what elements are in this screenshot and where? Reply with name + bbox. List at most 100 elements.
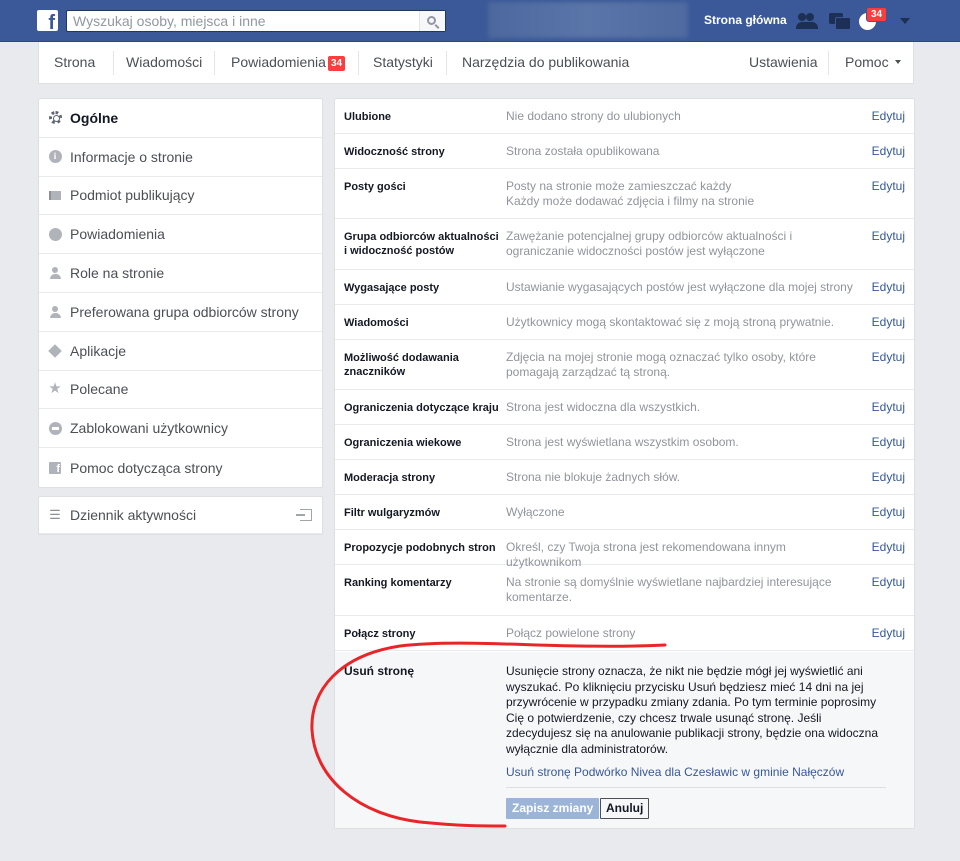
friend-requests-icon[interactable] [796,11,818,31]
setting-label: Ranking komentarzy [344,577,452,589]
sidebar-item-apps[interactable]: Aplikacje [39,332,322,371]
edit-link[interactable]: Edytuj [872,315,905,329]
sidebar-item-featured[interactable]: ★ Polecane [39,371,322,410]
edit-link[interactable]: Edytuj [872,400,905,414]
tab-settings[interactable]: Ustawienia [749,42,817,83]
setting-label: Ulubione [344,111,392,123]
setting-value: Wyłączone [506,505,565,519]
edit-link[interactable]: Edytuj [872,575,905,589]
info-icon: i [48,150,62,164]
edit-link[interactable]: Edytuj [872,109,905,123]
sidebar-item-general[interactable]: Ogólne [39,99,322,138]
setting-value: Na stronie są domyślnie wyświetlane najb… [506,575,832,604]
help-menu[interactable]: Pomoc [845,42,901,83]
setting-label: Moderacja strony [344,472,436,484]
tab-messages-label: Wiadomości [126,54,203,70]
setting-label: Widoczność strony [344,146,445,158]
edit-link[interactable]: Edytuj [872,470,905,484]
nav-divider [446,51,447,75]
cube-icon [48,343,62,358]
tab-publishing-tools[interactable]: Narzędzia do publikowania [462,42,629,83]
setting-label: Filtr wulgaryzmów [344,507,440,519]
tab-notifications[interactable]: Powiadomienia 34 [231,42,346,83]
notification-badge: 34 [866,7,888,22]
tab-messages[interactable]: Wiadomości [126,42,202,83]
tab-page-label: Strona [54,54,96,70]
tab-page[interactable]: Strona [54,42,95,83]
edit-link[interactable]: Edytuj [872,505,905,519]
setting-label: Posty gości [344,181,406,193]
delete-page-label: Usuń stronę [344,664,415,678]
setting-value: Posty na stronie może zamieszczać każdy … [506,179,755,208]
account-menu-caret-icon[interactable] [900,18,910,24]
facebook-logo-icon[interactable]: f [37,10,58,31]
search-icon [427,15,436,25]
setting-value: Zawężanie potencjalnej grupy odbiorców a… [506,229,793,258]
sidebar-item-notifications[interactable]: Powiadomienia [39,215,322,255]
edit-link[interactable]: Edytuj [872,435,905,449]
edit-link[interactable]: Edytuj [872,229,905,243]
setting-row-profanity-filter: Filtr wulgaryzmów Wyłączone Edytuj [335,495,914,530]
open-external-icon[interactable] [296,509,312,521]
star-icon: ★ [48,380,62,398]
nav-divider [113,51,114,75]
sidebar-item-label: Podmiot publikujący [70,187,195,204]
setting-label: Wygasające posty [344,282,440,294]
divider [506,787,886,788]
search-input[interactable] [67,11,417,31]
notifications-count-badge: 34 [327,56,346,71]
edit-link[interactable]: Edytuj [872,280,905,294]
nav-divider [828,51,829,75]
delete-page-link[interactable]: Usuń stronę Podwórko Nivea dla Czesławic… [506,765,844,779]
sidebar-item-label: Preferowana grupa odbiorców strony [70,303,299,320]
tab-settings-label: Ustawienia [749,54,818,70]
sidebar-item-activity-log[interactable]: Dziennik aktywności [39,497,322,534]
sidebar-item-publisher[interactable]: Podmiot publikujący [39,177,322,216]
setting-row-country-restrictions: Ograniczenia dotyczące kraju Strona jest … [335,390,914,425]
setting-value: Strona została opublikowana [506,144,660,158]
tab-insights-label: Statystyki [373,54,433,70]
sidebar-item-page-support[interactable]: f Pomoc dotycząca strony [39,448,322,487]
sidebar-item-label: Zablokowani użytkownicy [70,420,228,437]
setting-label: Wiadomości [344,317,409,329]
setting-value: Strona jest widoczna dla wszystkich. [506,400,701,414]
edit-link[interactable]: Edytuj [872,626,905,640]
tab-insights[interactable]: Statystyki [373,42,433,83]
sidebar-item-page-roles[interactable]: Role na stronie [39,254,322,293]
home-link[interactable]: Strona główna [704,13,787,27]
save-changes-button[interactable]: Zapisz zmiany [506,798,600,819]
tab-publishing-tools-label: Narzędzia do publikowania [462,54,630,70]
cancel-button[interactable]: Anuluj [600,798,650,819]
setting-row-page-moderation: Moderacja strony Strona nie blokuje żadny… [335,460,914,495]
setting-value: Połącz powielone strony [506,626,636,640]
sidebar-item-page-info[interactable]: i Informacje o stronie [39,138,322,177]
nav-divider [358,51,359,75]
help-caret-icon [894,60,901,64]
gear-icon [48,111,62,125]
search-box[interactable] [66,10,446,32]
edit-link[interactable]: Edytuj [872,179,905,193]
edit-link[interactable]: Edytuj [872,144,905,158]
delete-page-description: Usunięcie strony oznacza, że nikt nie bę… [506,664,878,756]
sidebar-item-banned-users[interactable]: Zablokowani użytkownicy [39,409,322,449]
sidebar-item-label: Dziennik aktywności [70,507,197,523]
setting-label: Możliwość dodawania znaczników [344,352,459,378]
setting-label: Ograniczenia wiekowe [344,437,462,449]
globe-icon [48,227,62,241]
setting-value: Użytkownicy mogą skontaktować się z moją… [506,315,835,329]
flag-icon [48,188,62,202]
setting-row-news-feed-audience: Grupa odbiorców aktualności i widoczność… [335,219,914,270]
tab-notifications-label: Powiadomienia [231,54,326,70]
general-settings-table: Usuń stronę Usunięcie strony oznacza, że… [334,98,915,829]
setting-row-tagging-ability: Możliwość dodawania znaczników Zdjęcia na… [335,340,914,390]
setting-row-age-restrictions: Ograniczenia wiekowe Strona jest wyświetl… [335,425,914,460]
edit-link[interactable]: Edytuj [872,540,905,554]
search-button[interactable] [419,11,445,31]
messages-icon[interactable] [828,11,851,31]
sidebar-item-preferred-audience[interactable]: Preferowana grupa odbiorców strony [39,293,322,332]
blurred-profile-area [488,2,688,38]
settings-sidebar: Ogólne i Informacje o stronie Podmiot pub… [38,98,323,488]
setting-label: Połącz strony [344,628,416,640]
edit-link[interactable]: Edytuj [872,350,905,364]
setting-value: Nie dodano strony do ulubionych [506,109,681,123]
